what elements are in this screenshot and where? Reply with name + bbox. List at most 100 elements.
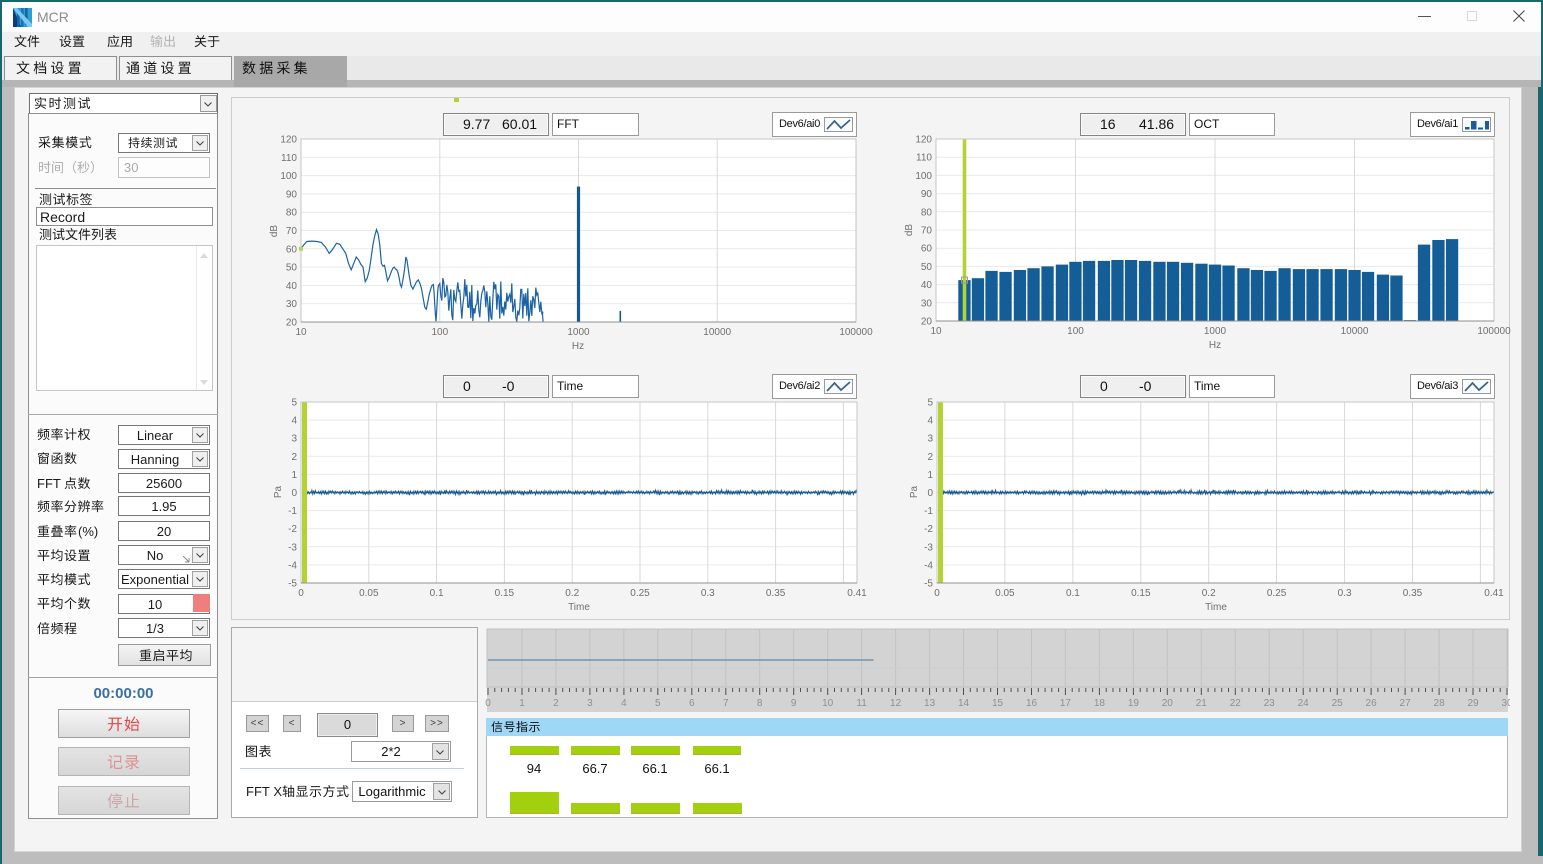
- svg-text:0.2: 0.2: [565, 588, 579, 599]
- svg-text:100000: 100000: [1477, 326, 1511, 337]
- svg-text:100: 100: [1067, 326, 1084, 337]
- svg-text:7: 7: [723, 698, 729, 709]
- svg-text:10: 10: [930, 326, 942, 337]
- svg-text:0.15: 0.15: [495, 588, 515, 599]
- svg-text:1: 1: [291, 470, 297, 481]
- svg-text:dB: dB: [904, 224, 915, 237]
- svg-text:0: 0: [291, 488, 297, 499]
- svg-text:0: 0: [298, 588, 304, 599]
- svg-text:27: 27: [1400, 698, 1412, 709]
- svg-text:1000: 1000: [567, 327, 590, 338]
- svg-text:-4: -4: [288, 560, 297, 571]
- svg-text:80: 80: [921, 207, 933, 218]
- svg-text:60: 60: [921, 244, 933, 255]
- svg-text:1: 1: [519, 698, 525, 709]
- svg-text:1000: 1000: [1204, 326, 1227, 337]
- svg-text:-3: -3: [288, 542, 297, 553]
- svg-text:70: 70: [286, 226, 298, 237]
- svg-text:23: 23: [1264, 698, 1276, 709]
- svg-text:22: 22: [1230, 698, 1242, 709]
- svg-text:60: 60: [286, 244, 298, 255]
- svg-text:0.25: 0.25: [630, 588, 650, 599]
- svg-text:4: 4: [927, 416, 933, 427]
- svg-text:-4: -4: [924, 560, 933, 571]
- svg-text:0: 0: [927, 488, 933, 499]
- svg-text:2: 2: [927, 452, 933, 463]
- svg-text:6: 6: [689, 698, 695, 709]
- svg-text:5: 5: [291, 398, 297, 409]
- svg-text:90: 90: [286, 189, 298, 200]
- svg-text:90: 90: [921, 189, 933, 200]
- svg-text:50: 50: [286, 263, 298, 274]
- svg-text:11: 11: [856, 698, 867, 709]
- svg-text:Time: Time: [1205, 602, 1227, 613]
- svg-text:26: 26: [1366, 698, 1378, 709]
- svg-text:0.41: 0.41: [1484, 588, 1504, 599]
- svg-text:-1: -1: [288, 506, 297, 517]
- svg-text:0.3: 0.3: [1338, 588, 1352, 599]
- svg-text:-2: -2: [924, 524, 933, 535]
- svg-text:0: 0: [485, 698, 491, 709]
- svg-text:10: 10: [295, 327, 307, 338]
- svg-text:-5: -5: [924, 579, 933, 590]
- svg-text:0.1: 0.1: [1066, 588, 1080, 599]
- svg-text:110: 110: [916, 153, 932, 164]
- svg-text:3: 3: [587, 698, 593, 709]
- svg-text:Hz: Hz: [1209, 340, 1221, 351]
- svg-text:Pa: Pa: [909, 485, 920, 498]
- svg-text:-3: -3: [924, 542, 933, 553]
- svg-text:2: 2: [291, 452, 297, 463]
- svg-text:16: 16: [1026, 698, 1038, 709]
- svg-text:120: 120: [915, 135, 932, 146]
- svg-text:20: 20: [1162, 698, 1174, 709]
- svg-text:3: 3: [927, 434, 933, 445]
- svg-text:17: 17: [1060, 698, 1072, 709]
- svg-text:-2: -2: [288, 524, 297, 535]
- svg-text:9: 9: [791, 698, 797, 709]
- svg-text:100: 100: [915, 171, 932, 182]
- svg-text:1: 1: [927, 470, 933, 481]
- svg-text:2: 2: [553, 698, 559, 709]
- svg-text:10: 10: [822, 698, 834, 709]
- svg-text:110: 110: [281, 153, 297, 164]
- svg-text:12: 12: [890, 698, 902, 709]
- svg-text:0.05: 0.05: [995, 588, 1015, 599]
- svg-text:0.25: 0.25: [1267, 588, 1287, 599]
- svg-text:100: 100: [431, 327, 448, 338]
- svg-text:70: 70: [921, 226, 933, 237]
- svg-text:0.2: 0.2: [1202, 588, 1216, 599]
- svg-text:5: 5: [927, 398, 933, 409]
- svg-text:8: 8: [757, 698, 763, 709]
- svg-text:120: 120: [280, 135, 297, 146]
- svg-text:29: 29: [1467, 698, 1479, 709]
- svg-text:0.15: 0.15: [1131, 588, 1151, 599]
- svg-text:24: 24: [1298, 698, 1310, 709]
- svg-text:0: 0: [934, 588, 940, 599]
- svg-text:50: 50: [921, 262, 933, 273]
- svg-text:4: 4: [621, 698, 627, 709]
- svg-text:0.41: 0.41: [847, 588, 867, 599]
- svg-text:30: 30: [1501, 698, 1510, 709]
- svg-text:Pa: Pa: [273, 485, 284, 498]
- svg-text:28: 28: [1434, 698, 1446, 709]
- svg-text:dB: dB: [269, 225, 280, 238]
- svg-text:13: 13: [924, 698, 936, 709]
- svg-text:-5: -5: [288, 579, 297, 590]
- svg-text:Hz: Hz: [572, 341, 584, 352]
- svg-text:0.1: 0.1: [430, 588, 444, 599]
- svg-text:0.35: 0.35: [766, 588, 786, 599]
- svg-text:14: 14: [958, 698, 970, 709]
- svg-text:4: 4: [291, 416, 297, 427]
- svg-text:5: 5: [655, 698, 661, 709]
- svg-text:21: 21: [1196, 698, 1208, 709]
- svg-text:10000: 10000: [703, 327, 731, 338]
- svg-text:15: 15: [992, 698, 1004, 709]
- svg-text:18: 18: [1094, 698, 1106, 709]
- svg-text:40: 40: [921, 280, 933, 291]
- svg-text:100000: 100000: [839, 327, 873, 338]
- svg-text:3: 3: [291, 434, 297, 445]
- svg-text:10000: 10000: [1341, 326, 1369, 337]
- svg-text:30: 30: [921, 298, 933, 309]
- svg-text:80: 80: [286, 208, 298, 219]
- svg-text:25: 25: [1332, 698, 1344, 709]
